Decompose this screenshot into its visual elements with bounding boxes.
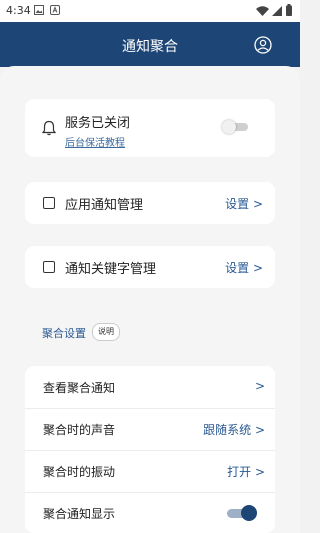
gallery-notification-icon: [34, 5, 44, 15]
status-bar: 4:34: [0, 0, 300, 22]
row-label: 聚合时的振动: [43, 465, 116, 479]
aggregate-sound-row[interactable]: 聚合时的声音 跟随系统 >: [25, 408, 275, 451]
app-notification-icon: [50, 5, 60, 15]
aggregate-vibration-row[interactable]: 聚合时的振动 打开 >: [25, 450, 275, 493]
aggregate-display-toggle[interactable]: [227, 505, 257, 521]
service-status-text: 服务已关闭: [65, 116, 131, 131]
aggregate-help-badge[interactable]: 说明: [92, 323, 120, 341]
keyword-management-card[interactable]: 通知关键字管理 设置 >: [25, 246, 275, 288]
view-aggregated-notifications-row[interactable]: 查看聚合通知 >: [25, 366, 275, 409]
service-status-card: 服务已关闭 后台保活教程: [25, 99, 275, 157]
row-label: 聚合通知显示: [43, 507, 116, 521]
app-notification-management-card[interactable]: 应用通知管理 设置 >: [25, 182, 275, 224]
keyword-management-label: 通知关键字管理: [65, 262, 157, 277]
wifi-icon: [256, 6, 269, 16]
service-toggle-knob: [222, 120, 236, 134]
status-time: 4:34: [6, 4, 31, 17]
app-notification-checkbox[interactable]: [43, 197, 55, 209]
row-value: 打开 >: [227, 465, 265, 479]
background-keepalive-tutorial-link[interactable]: 后台保活教程: [65, 134, 125, 149]
app-notification-management-label: 应用通知管理: [65, 198, 144, 213]
content-sheet: 服务已关闭 后台保活教程 应用通知管理 设置 > 通知关键字管理 设置 > 聚合…: [0, 66, 300, 533]
signal-icon: [272, 6, 282, 16]
row-value: 跟随系统 >: [203, 423, 265, 437]
aggregate-display-row: 聚合通知显示: [25, 492, 275, 533]
account-icon[interactable]: [254, 36, 272, 54]
row-label: 查看聚合通知: [43, 381, 116, 395]
keyword-checkbox[interactable]: [43, 261, 55, 273]
app-notification-settings-button[interactable]: 设置 >: [225, 195, 263, 212]
row-label: 聚合时的声音: [43, 423, 116, 437]
bell-icon: [42, 120, 56, 136]
service-toggle[interactable]: [222, 120, 250, 134]
aggregate-display-toggle-knob: [241, 505, 257, 521]
aggregate-settings-heading: 聚合设置: [42, 327, 86, 340]
keyword-settings-button[interactable]: 设置 >: [225, 259, 263, 276]
battery-icon: [286, 4, 292, 16]
app-bar: 通知聚合: [0, 22, 300, 67]
aggregate-settings-list: 查看聚合通知 > 聚合时的声音 跟随系统 > 聚合时的振动 打开 > 聚合通知显…: [25, 366, 275, 533]
row-chevron: >: [254, 379, 265, 393]
